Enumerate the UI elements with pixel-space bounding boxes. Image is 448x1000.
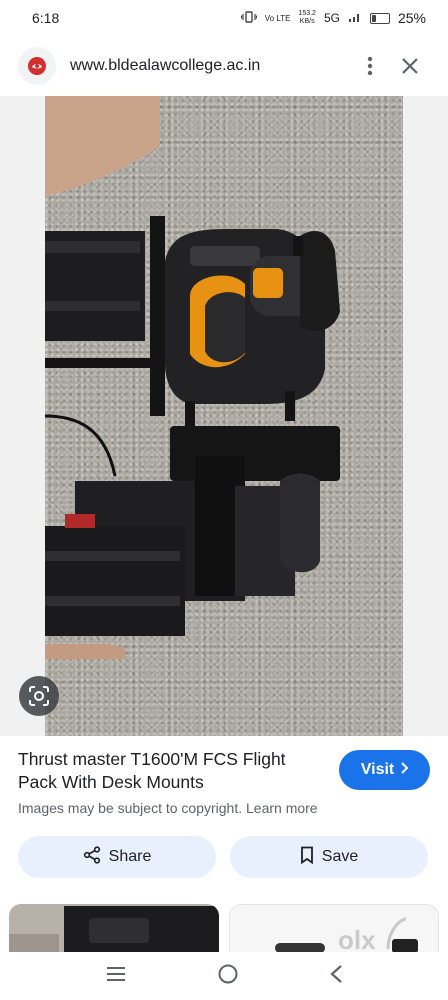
related-image-illustration: [275, 917, 418, 952]
copyright-text: Images may be subject to copyright.: [18, 800, 243, 816]
site-logo-icon[interactable]: [18, 47, 56, 85]
recent-apps-icon[interactable]: [105, 966, 127, 987]
volte-label: Vo LTE: [264, 13, 291, 23]
learn-more-link[interactable]: Learn more: [246, 800, 318, 816]
save-label: Save: [321, 848, 359, 865]
network-speed: 153.2 KB/s: [298, 10, 316, 25]
home-icon[interactable]: [217, 963, 239, 990]
related-image-thumbnail[interactable]: [9, 904, 219, 952]
related-image-thumbnail[interactable]: olx: [229, 904, 439, 952]
vibrate-icon: [240, 10, 257, 26]
save-button[interactable]: Save: [230, 836, 428, 878]
system-nav-bar: [0, 952, 448, 1000]
product-photo-illustration: [44, 96, 340, 659]
bookmark-icon: [300, 846, 314, 869]
share-label: Share: [108, 848, 152, 865]
browser-toolbar: www.bldealawcollege.ac.in: [0, 36, 448, 96]
product-photo[interactable]: [44, 96, 403, 736]
status-time: 6:18: [32, 10, 60, 26]
result-title[interactable]: Thrust master T1600'M FCS Flight Pack Wi…: [18, 748, 318, 794]
google-lens-icon[interactable]: [19, 676, 59, 716]
close-icon[interactable]: [390, 46, 430, 86]
status-bar: 6:18 Vo LTE 153.2 KB/s 5G 25%: [0, 0, 448, 36]
share-button[interactable]: Share: [18, 836, 216, 878]
more-vert-icon[interactable]: [350, 46, 390, 86]
share-icon: [83, 845, 101, 869]
visit-label: Visit: [360, 761, 395, 778]
visit-button[interactable]: Visit: [339, 750, 430, 790]
copyright-notice: Images may be subject to copyright. Lear…: [18, 800, 318, 816]
signal-icon: [348, 11, 362, 26]
olx-watermark: olx: [338, 925, 376, 952]
chevron-right-icon: [400, 761, 409, 779]
back-icon[interactable]: [329, 964, 343, 989]
network-type: 5G: [323, 11, 340, 25]
url-text[interactable]: www.bldealawcollege.ac.in: [70, 57, 350, 75]
battery-level: [371, 14, 377, 22]
status-icons: Vo LTE 153.2 KB/s 5G 25%: [240, 10, 426, 26]
image-preview[interactable]: [0, 96, 448, 736]
battery-percent: 25%: [397, 10, 426, 26]
related-image-illustration: [9, 906, 219, 952]
battery-icon: [369, 12, 390, 24]
